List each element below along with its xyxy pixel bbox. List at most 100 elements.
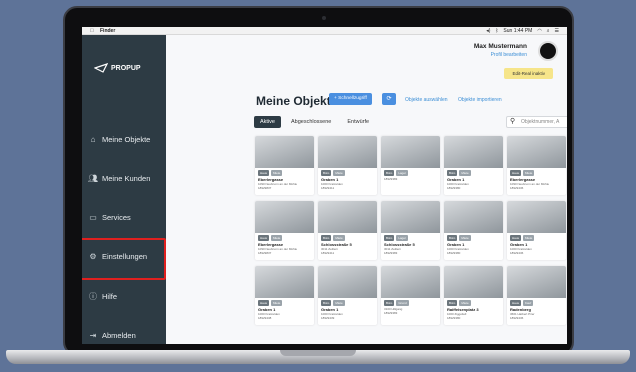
sidebar-item-einstellungen[interactable]: ⚙ Einstellungen	[82, 238, 166, 280]
object-card[interactable]: Büro Lager 18929383	[381, 136, 440, 195]
edit-profile-link[interactable]: Profil bearbeiten	[474, 52, 527, 58]
main-content: Max Mustermann Profil bearbeiten Edit-Re…	[166, 35, 567, 344]
object-tags: Haus Miete	[255, 168, 314, 176]
refresh-button[interactable]: ⟳	[382, 93, 396, 105]
tag-chip: Miete	[459, 170, 471, 176]
object-photo	[255, 201, 314, 233]
object-id: 18929411	[321, 251, 335, 255]
sidebar-item-abmelden[interactable]: ⇥ Abmelden	[86, 327, 162, 343]
object-id: 18929439	[321, 316, 335, 320]
tag-chip: Kauf	[523, 300, 534, 306]
object-id: 18929411	[321, 186, 335, 190]
object-photo	[507, 136, 566, 168]
object-id: 18929380	[447, 186, 461, 190]
tag-chip: Miete	[459, 235, 471, 241]
menubar-clock[interactable]: Sun 1:44 PM	[503, 27, 532, 35]
laptop-notch	[280, 350, 356, 356]
import-objects-link[interactable]: Objekte importieren	[458, 97, 502, 103]
object-id: 18929837	[258, 186, 272, 190]
object-card[interactable]: Büro Miete Raiffeisenplatz 3 1000 Ziggoliel…	[444, 266, 503, 325]
apple-icon[interactable]: 	[90, 27, 94, 35]
sidebar-item-meine-objekte[interactable]: ⌂ Meine Objekte	[86, 131, 162, 147]
object-id: 18929436	[510, 316, 524, 320]
object-card[interactable]: Büro Miete Schlossstraße 5 3011 Zeillern 189…	[318, 201, 377, 260]
tag-chip: Lager	[396, 170, 409, 176]
sidebar-item-hilfe[interactable]: ⓘ Hilfe	[86, 288, 162, 304]
object-card[interactable]: Büro Grund 3100 Hillgang 18929383	[381, 266, 440, 325]
tag-chip: Miete	[333, 235, 345, 241]
select-objects-link[interactable]: Objekte auswählen	[405, 97, 448, 103]
tag-chip: Lager	[396, 235, 409, 241]
object-id: 18929438	[258, 316, 272, 320]
bluetooth-icon[interactable]: ᛒ	[495, 27, 498, 35]
help-icon: ⓘ	[89, 291, 97, 301]
object-photo	[318, 201, 377, 233]
object-card[interactable]: Haus Miete Eberlergasse 1090 Neubrunn an de…	[507, 136, 566, 195]
tag-chip: Haus	[510, 170, 522, 176]
object-id: 18929383	[384, 251, 398, 255]
object-photo	[381, 136, 440, 168]
tag-chip: Haus	[510, 300, 522, 306]
object-photo	[444, 201, 503, 233]
object-card[interactable]: Büro Lager Schlossstraße 5 3011 Zeillern 189…	[381, 201, 440, 260]
page-title: Meine Objekte	[256, 94, 338, 108]
tab-entwuerfe[interactable]: Entwürfe	[341, 116, 375, 128]
object-tags: Büro Miete	[318, 168, 377, 176]
sidebar-item-meine-kunden[interactable]: 👥︎ Meine Kunden	[86, 170, 162, 186]
sidebar-item-services[interactable]: ▭ Services	[86, 209, 162, 225]
object-grid: Haus Miete Eberlergasse 1090 Neubrunn an de…	[255, 136, 566, 325]
object-tags: Büro Grund	[381, 298, 440, 306]
object-card[interactable]: Büro Miete Graben 1 1000 Kratzelden 18929380	[444, 201, 503, 260]
object-card[interactable]: Haus Miete Eberlergasse 1090 Neubrunn an de…	[255, 136, 314, 195]
object-id: 18929436	[510, 251, 524, 255]
avatar[interactable]	[538, 41, 558, 61]
object-tags: Haus Kauf	[507, 298, 566, 306]
tag-chip: Büro	[447, 300, 458, 306]
tag-chip: Haus	[258, 235, 270, 241]
search-input[interactable]: ⚲ Objektnummer, A	[506, 116, 567, 128]
object-card[interactable]: Haus Kauf Radenberg 3661 Hatbert Pirer 18929…	[507, 266, 566, 325]
search-placeholder: Objektnummer, A	[521, 119, 560, 125]
tag-chip: Miete	[271, 300, 283, 306]
object-tags: Haus Miete	[507, 233, 566, 241]
object-card[interactable]: Büro Miete Graben 1 1000 Kratzelden 18929380	[444, 136, 503, 195]
menu-icon[interactable]: ☰	[555, 27, 559, 35]
refresh-icon: ⟳	[386, 96, 392, 102]
object-tags: Büro Miete	[318, 233, 377, 241]
search-icon[interactable]: ⌕	[547, 27, 550, 35]
logo[interactable]: PROPUP	[94, 63, 141, 73]
edit-mode-badge[interactable]: Edit-Real inaktiv	[504, 68, 553, 79]
tag-chip: Haus	[258, 170, 270, 176]
sidebar-item-label: Services	[102, 212, 131, 222]
object-photo	[507, 266, 566, 298]
object-tags: Haus Miete	[255, 233, 314, 241]
object-photo	[507, 201, 566, 233]
object-card[interactable]: Haus Miete Eberlergasse 1090 Neubrunn an de…	[255, 201, 314, 260]
tag-chip: Haus	[258, 300, 270, 306]
tag-chip: Grund	[396, 300, 409, 306]
object-card[interactable]: Haus Miete Graben 1 1000 Kratzelden 18929438	[255, 266, 314, 325]
object-photo	[444, 266, 503, 298]
tag-chip: Miete	[523, 170, 535, 176]
menubar-app-name[interactable]: Finder	[100, 27, 115, 35]
tab-bar: Aktive Abgeschlossene Entwürfe	[254, 116, 375, 128]
highlight-box	[82, 238, 166, 280]
object-id: 18929837	[258, 251, 272, 255]
tab-aktive[interactable]: Aktive	[254, 116, 281, 128]
object-tags: Büro Lager	[381, 168, 440, 176]
quick-access-button[interactable]: + Schnellzugriff	[329, 93, 372, 105]
object-card[interactable]: Büro Miete Graben 1 1000 Kratzelden 18929439	[318, 266, 377, 325]
object-card[interactable]: Haus Miete Graben 1 1000 Kratzelden 18929436	[507, 201, 566, 260]
users-icon: 👥︎	[87, 173, 99, 183]
camera	[322, 16, 326, 20]
user-name: Max Mustermann	[473, 43, 527, 50]
services-icon: ▭	[89, 212, 97, 222]
volume-icon[interactable]: ◂)	[486, 27, 490, 35]
tag-chip: Büro	[321, 170, 332, 176]
wifi-icon[interactable]: ◠	[537, 27, 541, 35]
home-icon: ⌂	[90, 134, 96, 144]
object-id: 18929383	[384, 177, 398, 181]
object-card[interactable]: Büro Miete Graben 1 1000 Kratzelden 18929411	[318, 136, 377, 195]
tag-chip: Miete	[333, 170, 345, 176]
tab-abgeschlossene[interactable]: Abgeschlossene	[285, 116, 337, 128]
